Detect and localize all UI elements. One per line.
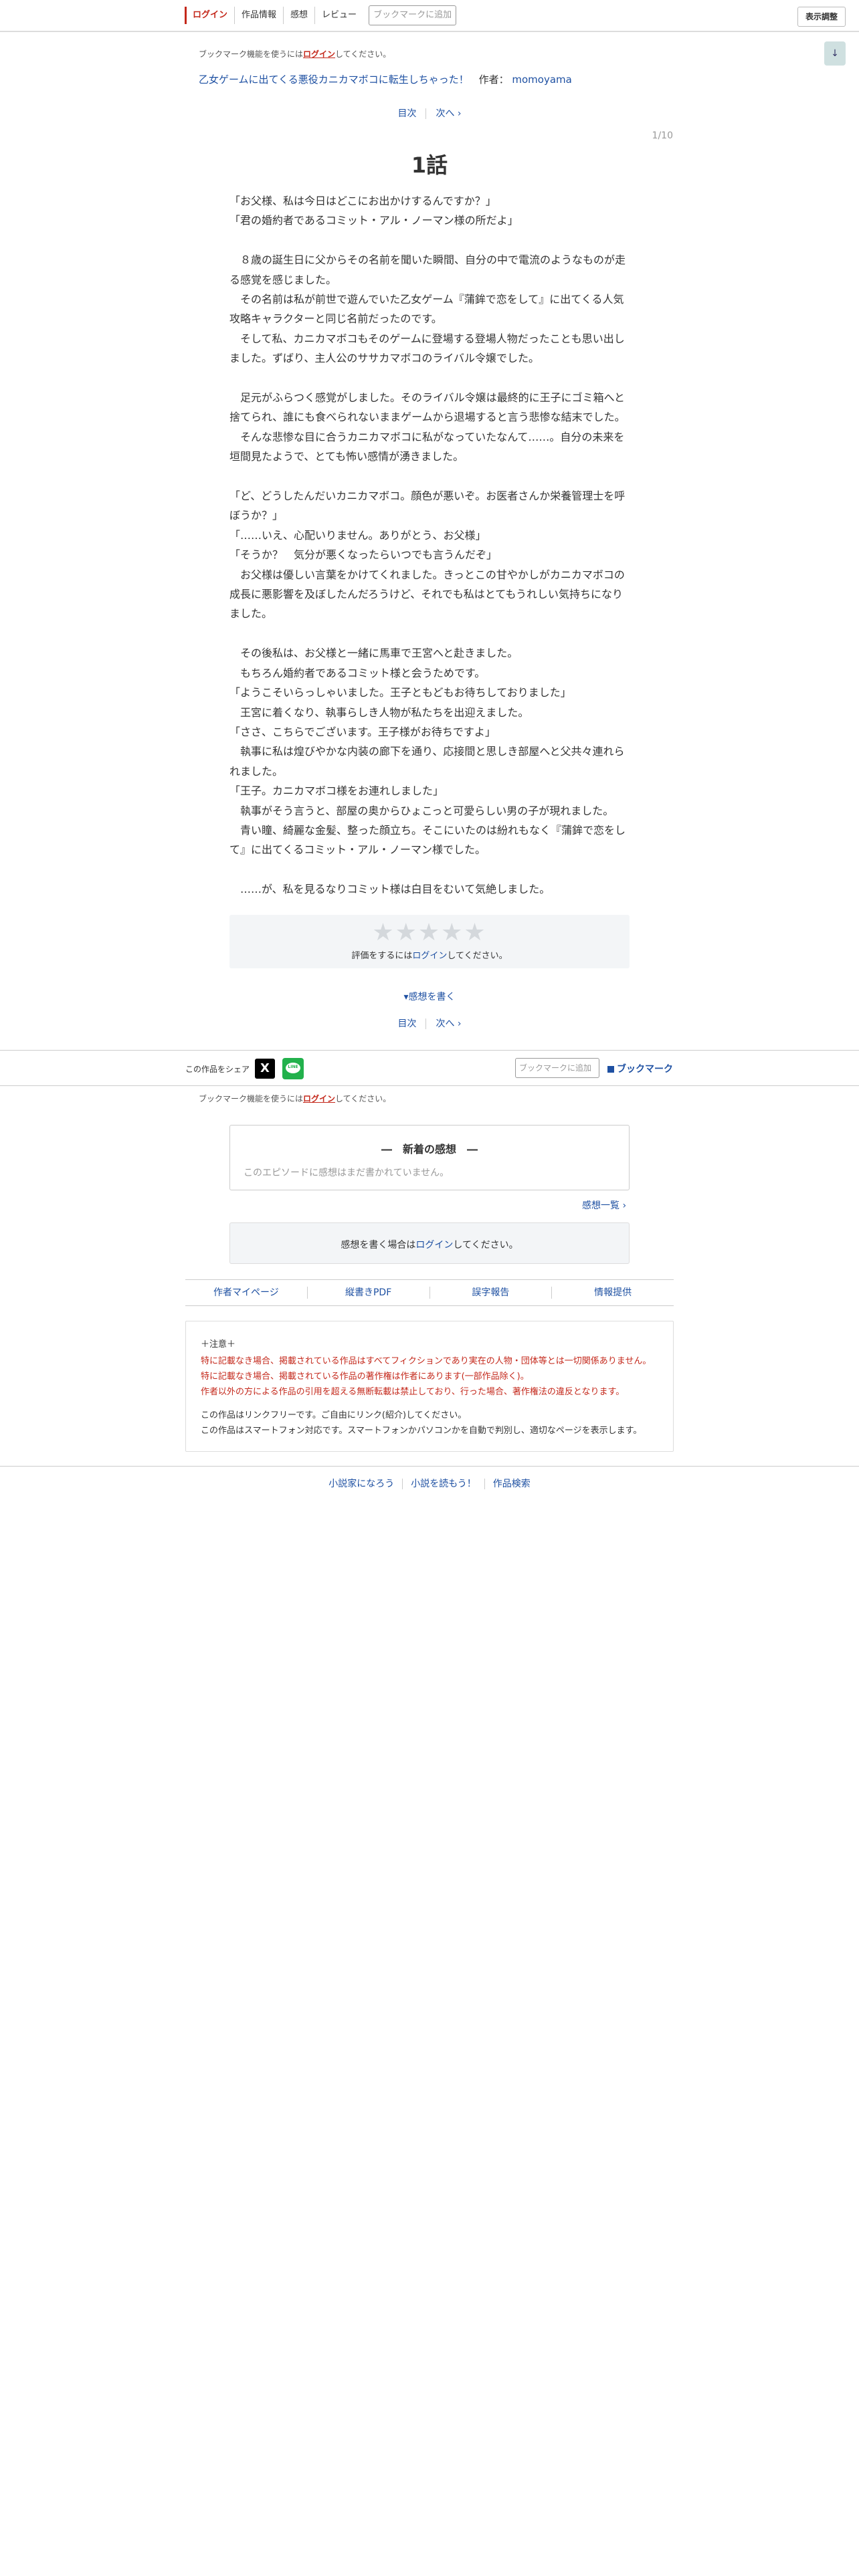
impressions-list-link[interactable]: 感想一覧 › [582,1198,626,1212]
info-provide-link[interactable]: 情報提供 [552,1287,674,1299]
pager-divider [425,108,427,119]
toc-link[interactable]: 目次 [397,108,416,119]
typo-report-link[interactable]: 誤字報告 [430,1287,553,1299]
work-links-bar: 作者マイページ 縦書きPDF 誤字報告 情報提供 [185,1279,674,1306]
novel-paragraph [229,624,631,643]
rating-login-link[interactable]: ログイン [412,951,447,961]
write-impression-login-box: 感想を書く場合はログインしてください。 [229,1222,630,1264]
share-bar: この作品をシェア X LINE ブックマークに追加 ブックマーク [0,1050,859,1086]
novel-paragraph: 足元がふらつく感覚がしました。そのライバル令嬢は最終的に王子にゴミ箱へと捨てられ… [229,391,626,463]
caution-text-line: この作品はリンクフリーです。ご自由にリンク(紹介)してください。 [201,1410,467,1420]
novel-paragraph [229,368,631,388]
new-impressions-box: ― 新着の感想 ― このエピソードに感想はまだ書かれていません。 [229,1125,630,1190]
vertical-pdf-link[interactable]: 縦書きPDF [308,1287,430,1299]
caution-title: ＋注意＋ [201,1339,236,1350]
write-impression-login-link[interactable]: ログイン [415,1240,453,1251]
line-share-icon[interactable]: LINE [282,1058,304,1079]
novel-paragraph [229,467,631,486]
rating-login-notice: 評価をするにはログインしてください。 [351,951,508,961]
caution-red-line: 作者以外の方による作品の引用を超える無断転載は禁止しており、行った場合、著作権法… [201,1387,625,1397]
review-link[interactable]: レビュー [315,7,363,24]
caution-red-line: 特に記載なき場合、掲載されている作品の著作権は作者にあります(一部作品除く)。 [201,1372,529,1382]
novel-paragraph: ……が、私を見るなりコミット様は白目をむいて気絶しました。 [229,883,551,896]
author-label: 作者： [478,74,509,86]
top-navigation: ログイン 作品情報 感想 レビュー ブックマークに追加 表示調整 [0,0,859,32]
caution-red-line: 特に記載なき場合、掲載されている作品はすべてフィクションであり実在の人物・団体等… [201,1356,652,1366]
novel-paragraph: 「お父様、私は今日はどこにお出かけするんですか？」 「君の婚約者であるコミット・… [229,195,518,227]
no-impressions-text: このエピソードに感想はまだ書かれていません。 [244,1168,450,1178]
impressions-link[interactable]: 感想 [284,7,316,24]
bookmark-button[interactable]: ブックマーク [607,1062,673,1075]
pager-divider [425,1018,427,1029]
new-impressions-heading: ― 新着の感想 ― [381,1143,478,1156]
share-label: この作品をシェア [185,1065,250,1074]
footer-divider [484,1479,485,1489]
bookmark-icon [607,1066,614,1073]
add-bookmark-button-bottom[interactable]: ブックマークに追加 [515,1058,599,1078]
novel-paragraph: 「ど、どうしたんだいカニカマボコ。顔色が悪いぞ。お医者さんか栄養管理士を呼ぼうか… [229,490,626,621]
rating-box: ★★★★★ 評価をするにはログインしてください。 [229,915,630,968]
bookmark-login-link[interactable]: ログイン [303,49,335,59]
footer-search-link[interactable]: 作品検索 [493,1479,531,1489]
write-impression-login-notice: 感想を書く場合はログインしてください。 [341,1240,518,1251]
login-link[interactable]: ログイン [185,7,235,24]
novel-paragraph [229,860,631,879]
caution-box: ＋注意＋ 特に記載なき場合、掲載されている作品はすべてフィクションであり実在の人… [185,1321,674,1452]
pager-bottom: 目次 次へ › [0,1016,859,1030]
top-navigation-inner: ログイン 作品情報 感想 レビュー ブックマークに追加 [185,0,674,31]
footer-divider [402,1479,403,1489]
footer-read-link[interactable]: 小説を読もう！ [411,1479,476,1489]
series-info: 乙女ゲームに出てくる悪役カニカマボコに転生しちゃった！ 作者： momoyama [199,72,572,86]
novel-paragraph: ８歳の誕生日に父からその名前を聞いた瞬間、自分の中で電流のようなものが走る感覚を… [229,253,626,365]
novel-text: 「お父様、私は今日はどこにお出かけするんですか？」 「君の婚約者であるコミット・… [229,191,631,899]
next-link-bottom[interactable]: 次へ › [436,1018,461,1029]
footer-become-link[interactable]: 小説家になろう [328,1479,394,1489]
novel-paragraph [229,231,631,250]
footer-links: 小説家になろう 小説を読もう！ 作品検索 [0,1466,859,1495]
pager-top: 目次 次へ › [0,106,859,120]
episode-title: 1話 [411,152,448,178]
toc-link-bottom[interactable]: 目次 [397,1018,416,1029]
add-bookmark-button[interactable]: ブックマークに追加 [369,5,457,25]
line-text: LINE [288,1065,298,1069]
author-link[interactable]: momoyama [512,74,571,86]
write-impression-link[interactable]: ▾感想を書く [0,990,859,1003]
x-share-icon[interactable]: X [255,1059,275,1079]
author-mypage-link[interactable]: 作者マイページ [185,1287,308,1299]
bookmark-login-link-bottom[interactable]: ログイン [303,1094,335,1103]
work-info-link[interactable]: 作品情報 [235,7,284,24]
bookmark-login-notice-bottom: ブックマーク機能を使うにはログインしてください。 [199,1094,391,1103]
page-count: 1/10 [652,130,673,141]
rating-star-icon[interactable]: ★★★★★ [229,919,630,946]
novel-paragraph: その後私は、お父様と一緒に馬車で王宮へと赴きました。 もちろん婚約者であるコミッ… [229,647,626,857]
caution-text-line: この作品はスマートフォン対応です。スマートフォンかパソコンかを自動で判別し、適切… [201,1426,642,1436]
next-link[interactable]: 次へ › [436,108,461,119]
bookmark-login-notice: ブックマーク機能を使うにはログインしてください。 [199,49,391,59]
display-adjust-button[interactable]: 表示調整 [797,7,846,27]
series-title-link[interactable]: 乙女ゲームに出てくる悪役カニカマボコに転生しちゃった！ [199,74,469,86]
scroll-down-arrow-icon[interactable]: ↓ [824,41,846,66]
